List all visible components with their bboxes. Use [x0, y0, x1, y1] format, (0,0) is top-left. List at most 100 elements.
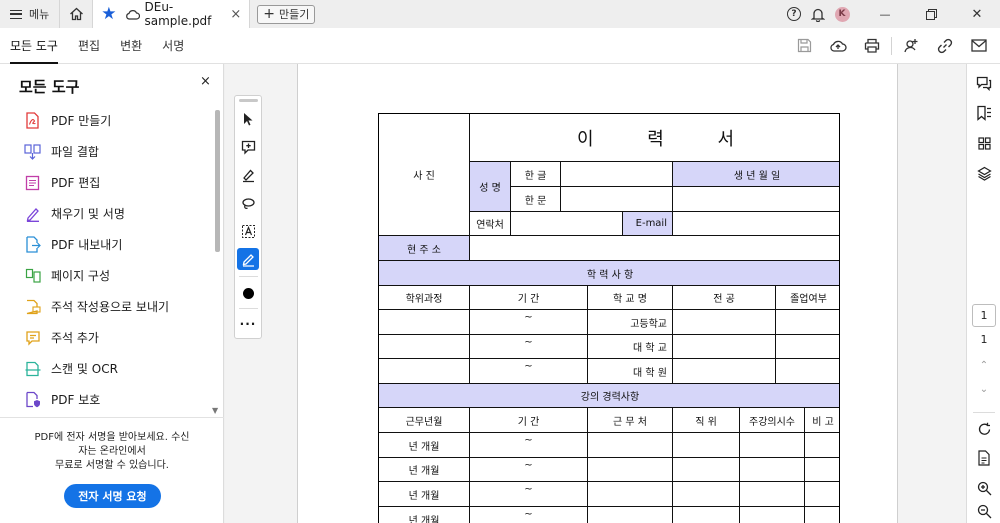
request-e-signature-button[interactable]: 전자 서명 요청 — [64, 484, 161, 508]
address-field[interactable] — [470, 236, 839, 261]
highlight-tool[interactable] — [237, 164, 259, 186]
career-col-period: 기 간 — [470, 408, 588, 433]
tool-fill-sign[interactable]: 채우기 및 서명 — [0, 198, 216, 229]
tab-close-icon[interactable]: × — [230, 7, 241, 22]
career-cell[interactable] — [673, 433, 740, 458]
career-cell[interactable] — [588, 507, 673, 523]
hanja-name-field[interactable] — [561, 187, 673, 212]
cloud-upload-button[interactable] — [821, 28, 855, 64]
edu-cell[interactable] — [379, 310, 470, 335]
tab-all-tools[interactable]: 모든 도구 — [0, 28, 68, 64]
toolbar-grip[interactable] — [239, 99, 258, 102]
cloud-icon — [125, 9, 140, 20]
draw-tool[interactable] — [237, 192, 259, 214]
career-cell[interactable] — [805, 482, 839, 507]
tools-divider — [239, 308, 258, 309]
tab-convert[interactable]: 변환 — [110, 28, 152, 64]
tool-organize-pages[interactable]: 페이지 구성 — [0, 260, 216, 291]
edu-period-cell[interactable]: ~ — [470, 359, 588, 384]
email-field[interactable] — [673, 212, 839, 236]
tool-export-pdf[interactable]: PDF 내보내기 — [0, 229, 216, 260]
panel-scrollbar[interactable] — [215, 110, 220, 252]
contact-field[interactable] — [511, 212, 623, 236]
career-cell[interactable] — [673, 458, 740, 482]
more-icon: ··· — [239, 317, 257, 331]
edu-cell[interactable] — [673, 335, 776, 359]
career-cell[interactable] — [673, 482, 740, 507]
tool-protect-pdf[interactable]: PDF 보호 — [0, 384, 216, 415]
add-comment-tool[interactable] — [237, 136, 259, 158]
edu-cell[interactable] — [673, 310, 776, 335]
career-cell[interactable] — [740, 482, 805, 507]
edu-cell[interactable] — [379, 359, 470, 384]
layers-panel-button[interactable] — [967, 160, 1000, 186]
career-cell[interactable] — [673, 507, 740, 523]
career-cell[interactable] — [740, 458, 805, 482]
current-page-input[interactable]: 1 — [972, 304, 996, 327]
email-button[interactable] — [962, 28, 996, 64]
home-button[interactable] — [59, 0, 94, 28]
edu-cell[interactable] — [673, 359, 776, 384]
link-button[interactable] — [928, 28, 962, 64]
create-pdf-icon — [24, 112, 41, 129]
career-cell[interactable] — [588, 433, 673, 458]
next-page-icon[interactable]: ⌄ — [967, 384, 1000, 395]
thumbnails-panel-button[interactable] — [967, 130, 1000, 156]
career-cell[interactable] — [805, 507, 839, 523]
menu-button[interactable]: 메뉴 — [0, 0, 59, 28]
more-tools-button[interactable]: ··· — [237, 313, 259, 335]
career-cell[interactable] — [740, 507, 805, 523]
tool-scan-ocr[interactable]: 스캔 및 OCR — [0, 353, 216, 384]
career-period-cell[interactable]: ~ — [470, 433, 588, 458]
edu-cell[interactable] — [776, 359, 839, 384]
edu-cell[interactable] — [379, 335, 470, 359]
notifications-button[interactable] — [806, 0, 830, 28]
rotate-button[interactable] — [967, 416, 1000, 442]
maximize-button[interactable] — [908, 0, 954, 28]
edu-period-cell[interactable]: ~ — [470, 335, 588, 359]
document-viewer[interactable]: ··· 사 진 이 력 서 성 명 한 글 생 년 월 일 한 문 연락처 E-… — [225, 64, 966, 523]
birth-field[interactable] — [673, 187, 839, 212]
tool-add-comment[interactable]: 주석 추가 — [0, 322, 216, 353]
top-toolbar: 모든 도구 편집 변환 서명 — [0, 28, 1000, 64]
previous-page-icon[interactable]: ⌃ — [967, 360, 1000, 371]
text-tool[interactable] — [237, 220, 259, 242]
career-cell[interactable] — [588, 458, 673, 482]
career-period-cell[interactable]: ~ — [470, 482, 588, 507]
zoom-out-button[interactable] — [967, 498, 1000, 523]
scroll-down-icon[interactable]: ▼ — [212, 406, 218, 415]
tool-combine-files[interactable]: 파일 결합 — [0, 136, 216, 167]
star-icon[interactable]: ★ — [101, 5, 116, 23]
select-tool[interactable] — [237, 108, 259, 130]
career-period-cell[interactable]: ~ — [470, 507, 588, 523]
panel-close-icon[interactable]: × — [200, 74, 211, 89]
edu-cell[interactable] — [776, 335, 839, 359]
sign-tool[interactable] — [237, 248, 259, 270]
print-button[interactable] — [855, 28, 889, 64]
edu-period-cell[interactable]: ~ — [470, 310, 588, 335]
profile-button[interactable]: K — [830, 0, 854, 28]
tab-sign[interactable]: 서명 — [152, 28, 194, 64]
help-button[interactable]: ? — [782, 0, 806, 28]
page-info-button[interactable] — [967, 445, 1000, 471]
minimize-button[interactable]: — — [862, 0, 908, 28]
tab-edit[interactable]: 편집 — [68, 28, 110, 64]
edu-cell[interactable] — [776, 310, 839, 335]
save-button[interactable] — [787, 28, 821, 64]
document-tab[interactable]: ★ DEu-sample.pdf × — [93, 0, 251, 28]
tool-send-for-comments[interactable]: 주석 작성용으로 보내기 — [0, 291, 216, 322]
close-window-button[interactable]: ✕ — [954, 0, 1000, 28]
tool-edit-pdf[interactable]: PDF 편집 — [0, 167, 216, 198]
career-cell[interactable] — [805, 433, 839, 458]
hangul-name-field[interactable] — [561, 162, 673, 187]
tool-create-pdf[interactable]: PDF 만들기 — [0, 105, 216, 136]
career-cell[interactable] — [740, 433, 805, 458]
career-period-cell[interactable]: ~ — [470, 458, 588, 482]
bookmarks-panel-button[interactable] — [967, 100, 1000, 126]
comments-panel-button[interactable] — [967, 70, 1000, 96]
share-user-button[interactable] — [894, 28, 928, 64]
color-picker[interactable] — [237, 282, 259, 304]
career-cell[interactable] — [588, 482, 673, 507]
career-cell[interactable] — [805, 458, 839, 482]
new-button[interactable]: + 만들기 — [257, 4, 316, 24]
